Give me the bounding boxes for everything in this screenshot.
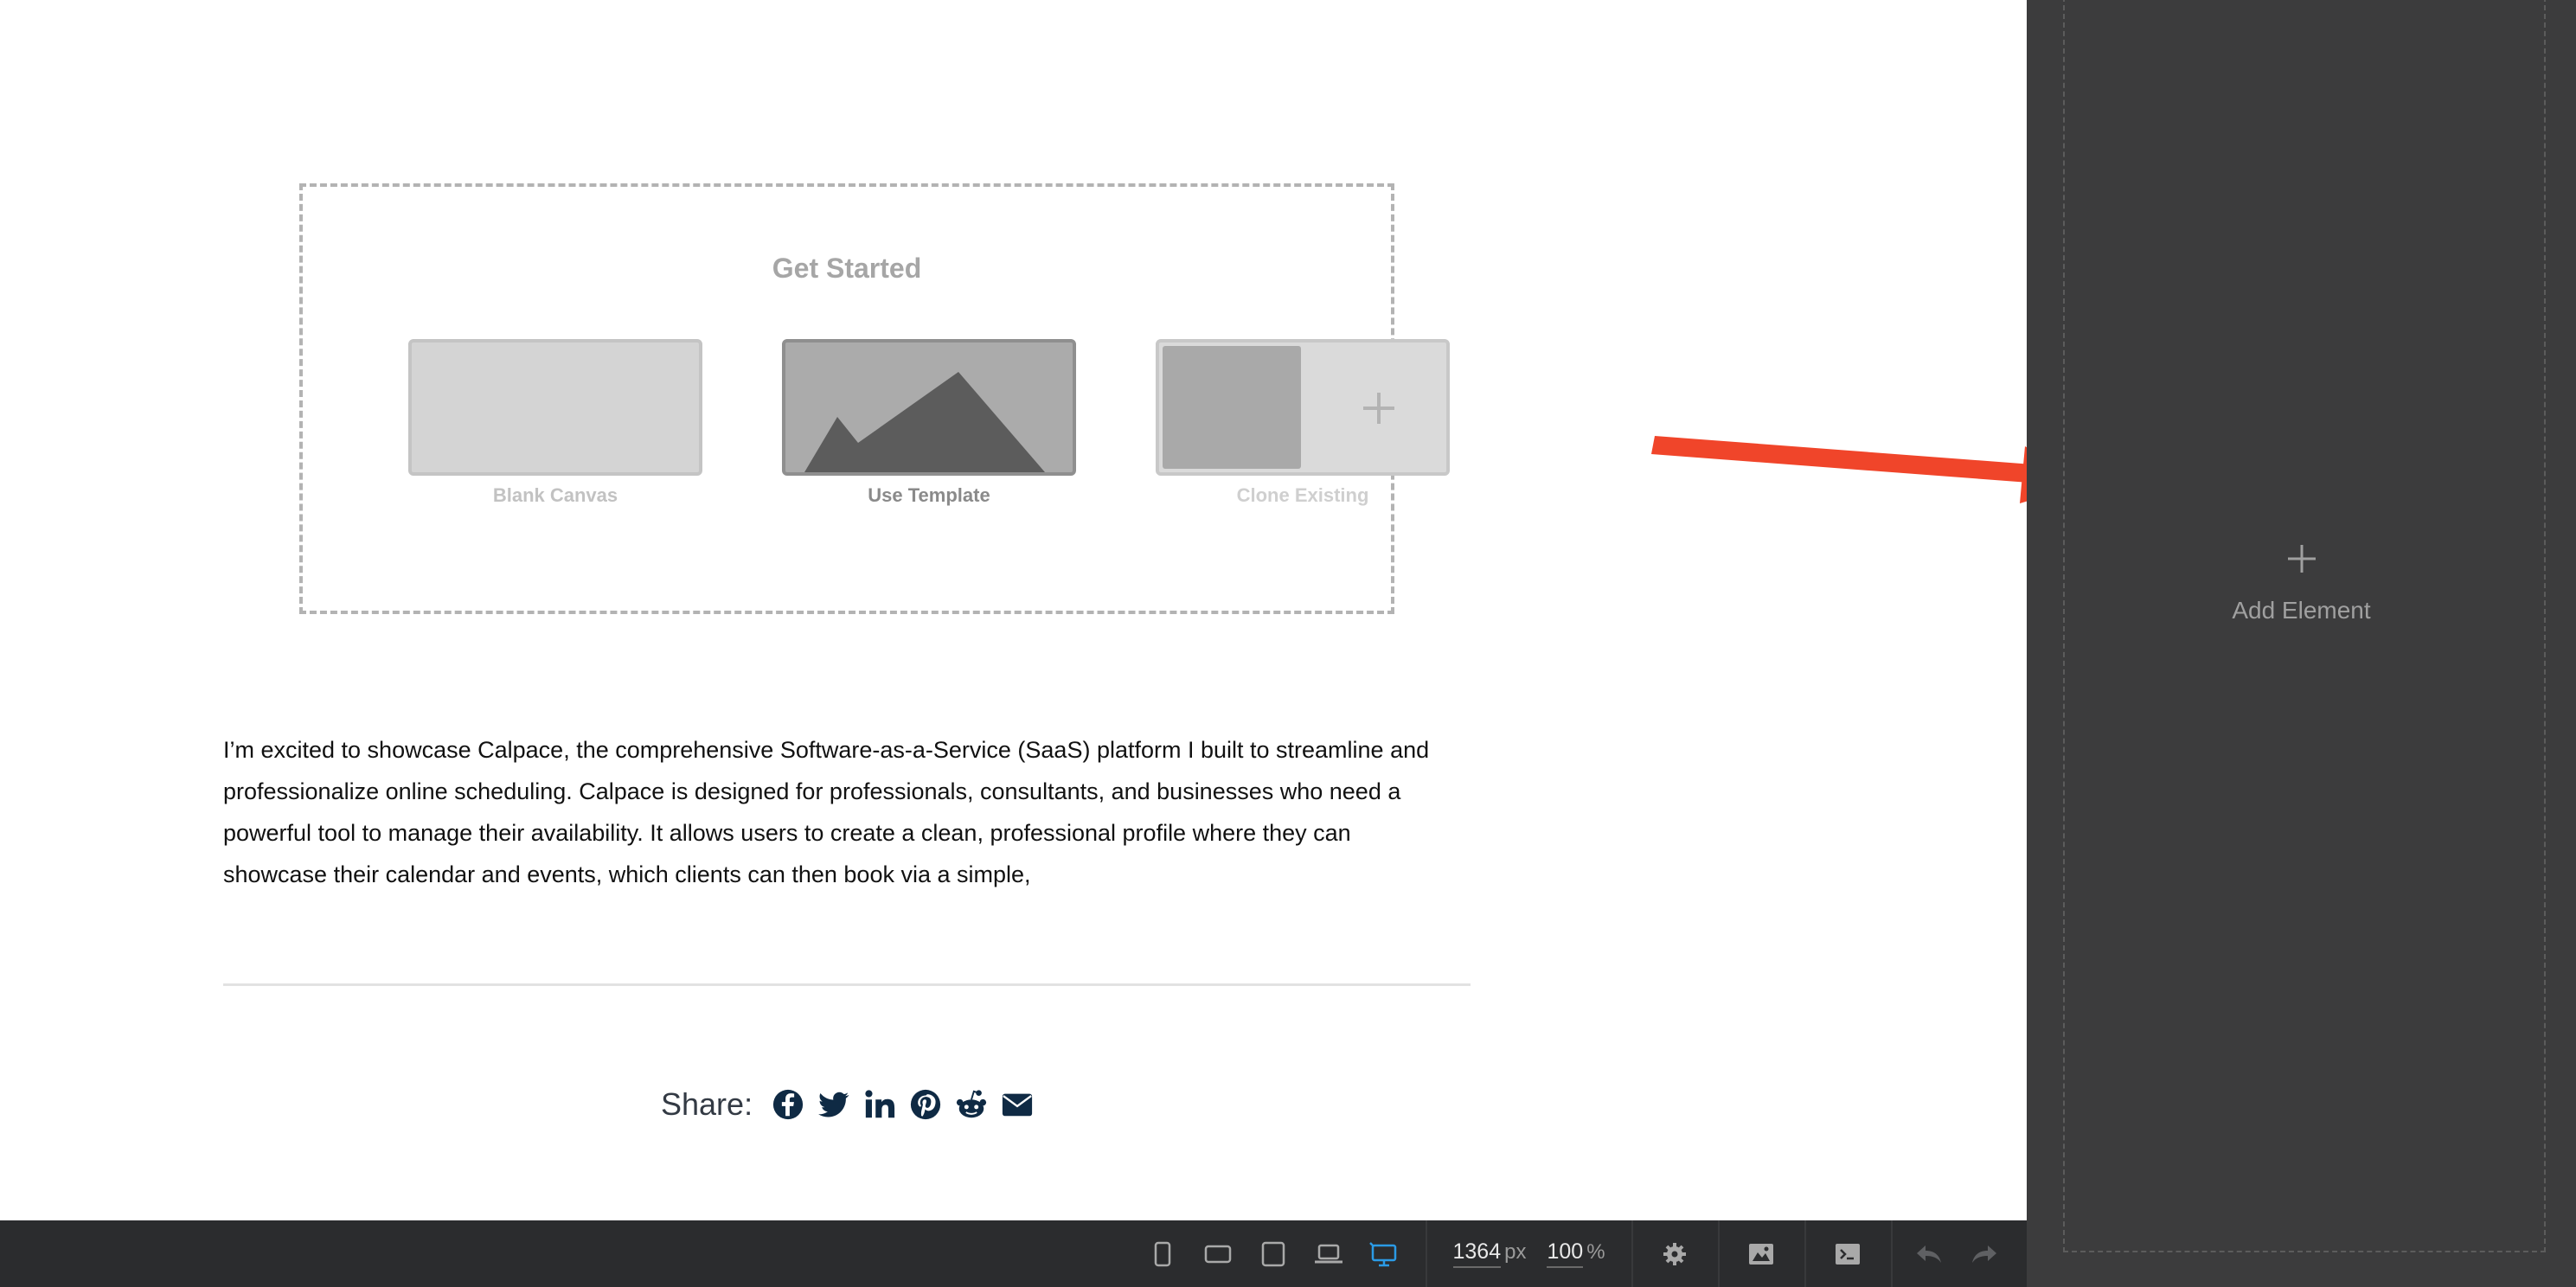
divider	[223, 983, 1471, 986]
email-icon[interactable]	[1001, 1088, 1034, 1121]
code-icon[interactable]	[1806, 1220, 1889, 1287]
width-field[interactable]: 1364 px	[1443, 1220, 1536, 1287]
clone-existing-option[interactable]	[1156, 339, 1450, 476]
width-value[interactable]: 1364	[1452, 1239, 1502, 1268]
zoom-field[interactable]: 100 %	[1541, 1220, 1611, 1287]
plus-icon	[1363, 393, 1394, 424]
facebook-icon[interactable]	[772, 1088, 804, 1121]
clone-existing-label: Clone Existing	[1236, 484, 1369, 506]
blank-canvas-label: Blank Canvas	[492, 484, 618, 506]
share-bar: Share:	[661, 1083, 1047, 1126]
width-unit: px	[1504, 1240, 1527, 1264]
plus-icon	[2287, 545, 2316, 573]
clone-preview-block	[1163, 346, 1301, 469]
use-template-option[interactable]	[782, 339, 1076, 476]
sidebar-panel: Add Element	[2027, 0, 2576, 1287]
undo-icon[interactable]	[1901, 1220, 1957, 1287]
phone-portrait-icon[interactable]	[1142, 1220, 1183, 1287]
get-started-title: Get Started	[772, 253, 922, 284]
add-element-label[interactable]: Add Element	[2027, 597, 2576, 624]
blank-canvas-option[interactable]	[408, 339, 702, 476]
pinterest-icon[interactable]	[909, 1088, 942, 1121]
sidebar-dropzone[interactable]	[2063, 0, 2546, 1252]
zoom-unit: %	[1586, 1240, 1605, 1264]
image-icon[interactable]	[1720, 1220, 1803, 1287]
linkedin-icon[interactable]	[863, 1088, 896, 1121]
twitter-icon[interactable]	[817, 1088, 850, 1121]
tablet-icon[interactable]	[1253, 1220, 1294, 1287]
phone-landscape-icon[interactable]	[1197, 1220, 1239, 1287]
use-template-label: Use Template	[868, 484, 990, 506]
zoom-value[interactable]: 100	[1547, 1239, 1584, 1268]
desktop-icon[interactable]	[1363, 1220, 1405, 1287]
laptop-icon[interactable]	[1308, 1220, 1349, 1287]
bottom-toolbar: 1364 px 100 %	[0, 1220, 2027, 1287]
settings-icon[interactable]	[1633, 1220, 1716, 1287]
redo-icon[interactable]	[1957, 1220, 2012, 1287]
reddit-icon[interactable]	[955, 1088, 988, 1121]
mountain-icon	[804, 372, 1045, 472]
page-canvas: Get Started Blank Canvas Use Template Cl…	[0, 0, 2027, 1220]
add-element-button[interactable]	[2027, 543, 2576, 579]
share-label: Share:	[661, 1086, 753, 1122]
article-paragraph: I’m excited to showcase Calpace, the com…	[223, 737, 1430, 887]
